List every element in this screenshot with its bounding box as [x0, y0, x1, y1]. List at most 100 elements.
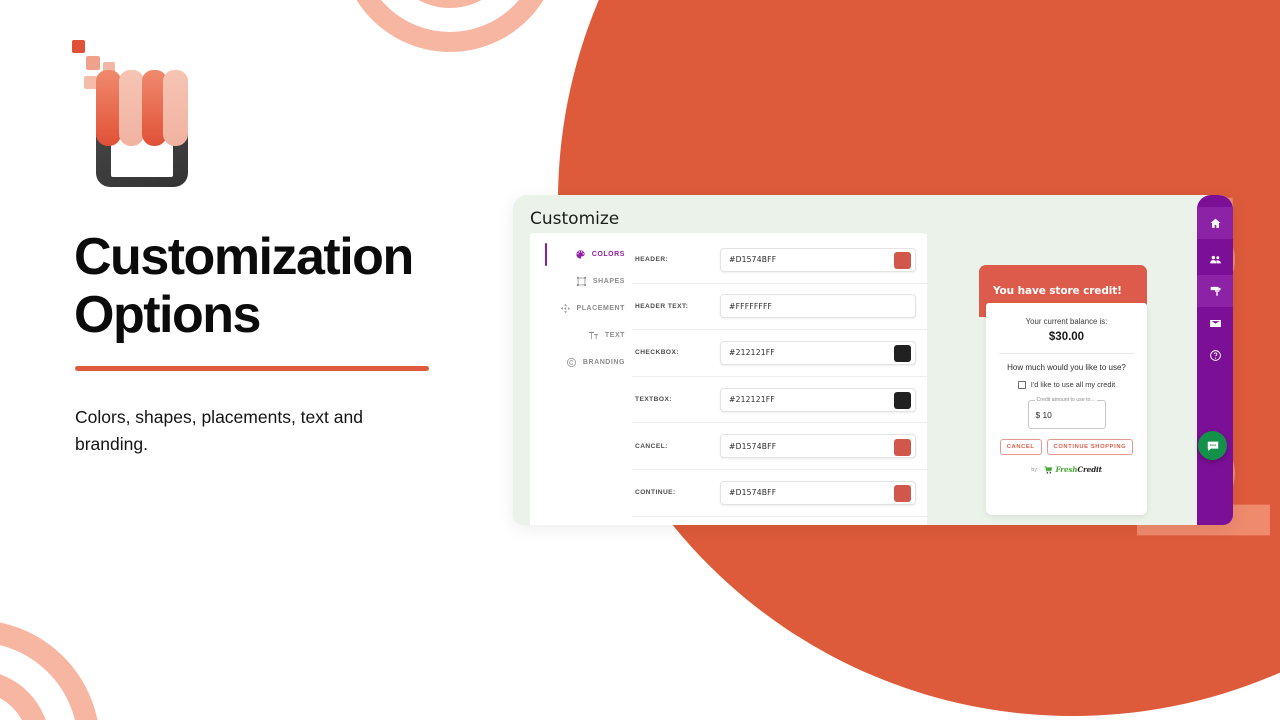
- table-row: CANCEL: #D1574BFF: [632, 423, 927, 470]
- modal-actions: CANCEL CONTINUE SHOPPING: [986, 439, 1147, 455]
- shapes-icon: [576, 276, 588, 288]
- row-label-continue: CONTINUE:: [635, 489, 676, 497]
- color-swatch-continue[interactable]: [894, 485, 911, 503]
- row-label-header-text: HEADER TEXT:: [635, 302, 689, 310]
- headline-line-2: Options: [74, 286, 261, 345]
- home-icon: [1210, 218, 1220, 228]
- modal-body: Your current balance is: $30.00 How much…: [986, 303, 1147, 515]
- mail-icon: [1209, 319, 1221, 327]
- page-title: Customization Options: [74, 228, 504, 344]
- people-icon: [1209, 255, 1221, 263]
- paint-roller-icon: [1210, 286, 1221, 296]
- nav-item-text[interactable]: TEXT: [530, 322, 632, 349]
- logo-awning-stripe-4: [163, 70, 188, 146]
- modal-divider: [999, 353, 1134, 354]
- nav-item-placement[interactable]: PLACEMENT: [530, 295, 632, 322]
- row-field-header[interactable]: #D1574BFF: [720, 247, 916, 272]
- continue-shopping-button[interactable]: CONTINUE SHOPPING: [1046, 439, 1134, 455]
- balance-amount: $30.00: [1048, 331, 1085, 343]
- logo-awning-stripe-2: [119, 70, 144, 146]
- credit-amount-input[interactable]: Credit amount to use to... $ 10: [1027, 397, 1106, 429]
- row-field-cancel[interactable]: #D1574BFF: [720, 434, 916, 459]
- copyright-icon: [566, 357, 578, 369]
- live-preview-pane: You have store credit! Your current bala…: [927, 233, 1217, 525]
- editor-sidebar-nav: COLORS SHAPES PLACEMENT TEXT BRANDING: [530, 241, 632, 376]
- footer-by-label: by:: [1031, 466, 1039, 473]
- app-right-rail: [1197, 195, 1233, 525]
- row-value-continue: #D1574BFF: [729, 488, 777, 498]
- use-all-label: I'd like to use all my credit: [1030, 380, 1116, 389]
- logo-pixel-2: [86, 56, 100, 70]
- row-label-cancel: CANCEL:: [635, 442, 668, 450]
- modal-header-title: You have store credit!: [993, 285, 1122, 297]
- row-label-header: HEADER:: [635, 256, 669, 264]
- row-value-textbox: #212121FF: [729, 395, 775, 405]
- nav-label-text: TEXT: [604, 332, 625, 339]
- freshcredit-logo: FreshCredit: [1044, 465, 1102, 474]
- balance-label: Your current balance is:: [1025, 317, 1108, 326]
- rail-item-help[interactable]: [1197, 339, 1233, 371]
- row-value-cancel: #D1574BFF: [729, 441, 777, 451]
- row-field-textbox[interactable]: #212121FF: [720, 387, 916, 412]
- color-swatch-checkbox[interactable]: [894, 345, 911, 363]
- app-window: Customize COLORS SHAPES PLACEMENT TEXT B…: [513, 195, 1233, 525]
- placement-move-icon: [559, 303, 571, 315]
- brand-credit-text: Credit: [1077, 465, 1102, 474]
- cancel-button[interactable]: CANCEL: [999, 439, 1042, 455]
- nav-label-branding: BRANDING: [582, 359, 625, 366]
- use-all-checkbox[interactable]: [1017, 380, 1026, 389]
- table-row: CHECKBOX: #212121FF: [632, 330, 927, 377]
- title-underline-rule: [75, 366, 429, 371]
- row-value-checkbox: #212121FF: [729, 348, 775, 358]
- freshcredit-wordmark: FreshCredit: [1055, 465, 1101, 474]
- decorative-rings-bottom: [0, 620, 100, 720]
- modal-footer: by: FreshCredit: [986, 465, 1147, 474]
- nav-item-shapes[interactable]: SHAPES: [530, 268, 632, 295]
- nav-label-shapes: SHAPES: [592, 278, 625, 285]
- table-row: HEADER: #D1574BFF: [632, 237, 927, 284]
- nav-label-colors: COLORS: [591, 251, 625, 258]
- decorative-rings-top: [340, 0, 560, 52]
- credit-amount-legend: Credit amount to use to...: [1034, 397, 1097, 403]
- customize-heading: Customize: [530, 209, 620, 229]
- colors-editor-card: COLORS SHAPES PLACEMENT TEXT BRANDING HE…: [530, 233, 927, 525]
- table-row: CONTINUE: #D1574BFF: [632, 470, 927, 517]
- rail-item-people[interactable]: [1197, 243, 1233, 275]
- rail-item-branding[interactable]: [1197, 275, 1233, 307]
- color-swatch-header[interactable]: [894, 252, 911, 270]
- table-row: HEADER TEXT: #FFFFFFFF: [632, 284, 927, 331]
- color-swatch-cancel[interactable]: [894, 438, 911, 456]
- shop-awning-logo: [72, 34, 194, 187]
- row-label-textbox: TEXTBOX:: [635, 396, 672, 404]
- row-value-header: #D1574BFF: [729, 255, 777, 265]
- watermark-text-bottom: By: [1105, 708, 1280, 720]
- logo-awning-stripe-1: [96, 70, 121, 146]
- row-field-header-text[interactable]: #FFFFFFFF: [720, 294, 916, 319]
- nav-item-colors[interactable]: COLORS: [530, 241, 632, 268]
- nav-item-branding[interactable]: BRANDING: [530, 349, 632, 376]
- rail-item-mail[interactable]: [1197, 307, 1233, 339]
- row-value-header-text: #FFFFFFFF: [729, 301, 773, 311]
- brand-fresh-text: Fresh: [1055, 465, 1078, 474]
- palette-icon: [575, 249, 587, 261]
- slide-canvas: pud By Customization Options Colors, sha…: [0, 0, 1280, 720]
- color-rows-list: HEADER: #D1574BFF HEADER TEXT: #FFFFFFFF…: [632, 237, 927, 517]
- table-row: TEXTBOX: #212121FF: [632, 377, 927, 424]
- color-swatch-textbox[interactable]: [894, 392, 911, 410]
- use-all-credit-row[interactable]: I'd like to use all my credit: [986, 380, 1147, 389]
- nav-label-placement: PLACEMENT: [576, 305, 625, 312]
- credit-amount-value: $ 10: [1035, 410, 1052, 420]
- text-format-icon: [588, 330, 600, 342]
- row-field-continue[interactable]: #D1574BFF: [720, 480, 916, 505]
- headline-line-1: Customization: [74, 228, 414, 286]
- logo-pixel-1: [72, 40, 85, 53]
- rail-item-home[interactable]: [1197, 207, 1233, 239]
- store-credit-modal: You have store credit! Your current bala…: [979, 265, 1147, 515]
- chat-support-button[interactable]: [1198, 431, 1227, 460]
- row-field-checkbox[interactable]: #212121FF: [720, 340, 916, 365]
- shopping-cart-icon: [1044, 465, 1053, 474]
- hero-subcopy: Colors, shapes, placements, text and bra…: [75, 407, 363, 455]
- chat-bubble-icon: [1207, 441, 1218, 451]
- help-circle-icon: [1209, 349, 1221, 361]
- use-amount-question: How much would you like to use?: [1007, 363, 1126, 372]
